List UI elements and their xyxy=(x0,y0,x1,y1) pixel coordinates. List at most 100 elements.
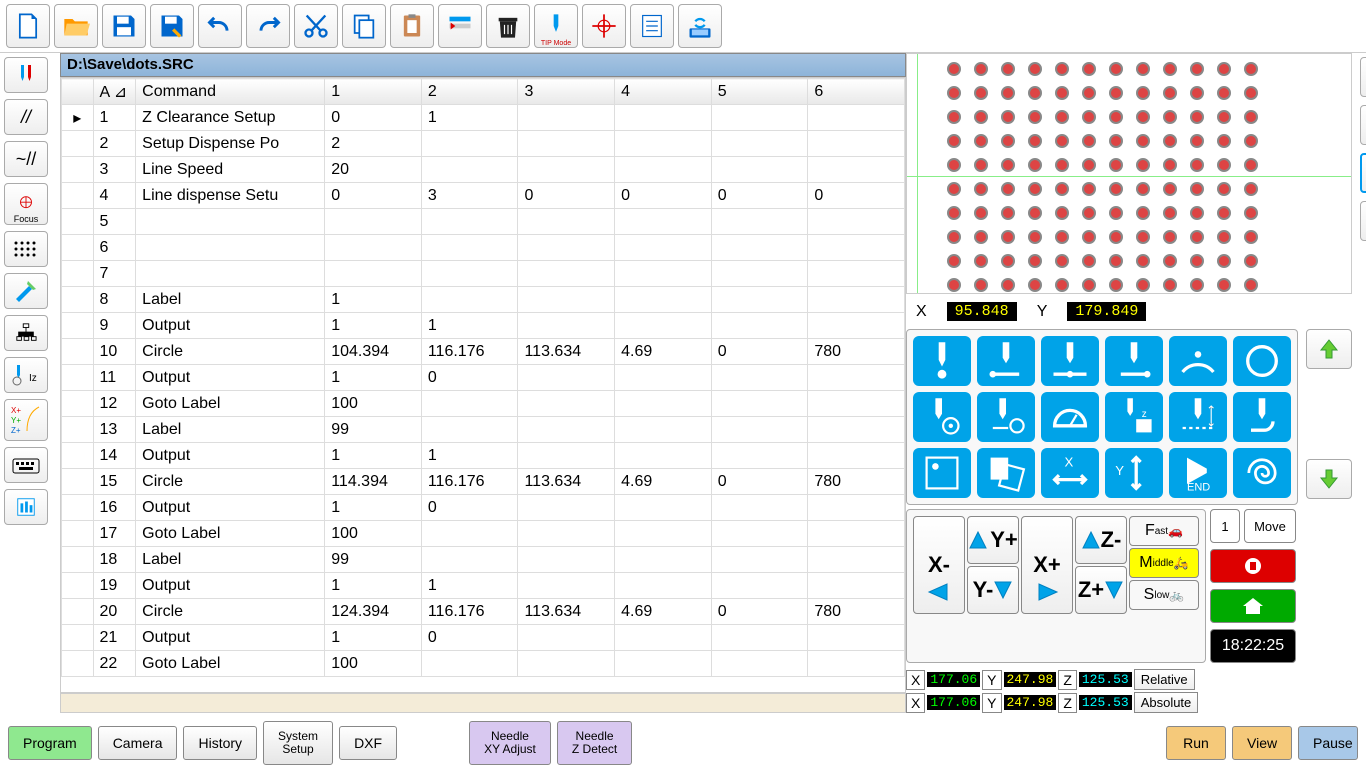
cmd-dispense-dot[interactable] xyxy=(913,336,971,386)
absolute-button[interactable]: Absolute xyxy=(1134,692,1199,713)
focus-button[interactable]: Focus xyxy=(4,183,48,225)
needle-tool-button[interactable] xyxy=(4,57,48,93)
history-tab[interactable]: History xyxy=(183,726,257,760)
scroll-down-button[interactable] xyxy=(1306,459,1352,499)
column-header[interactable]: 3 xyxy=(518,79,615,105)
insert-row-button[interactable] xyxy=(438,4,482,48)
home-button[interactable] xyxy=(1210,589,1296,623)
cmd-retract[interactable] xyxy=(1233,392,1291,442)
measure-button[interactable] xyxy=(4,273,48,309)
jog-x-minus[interactable]: X- xyxy=(913,516,965,614)
z-settings-button[interactable]: Iz xyxy=(4,357,48,393)
system-setup-tab[interactable]: System Setup xyxy=(263,721,333,765)
cmd-transform[interactable] xyxy=(977,448,1035,498)
needle-xy-button[interactable]: Needle XY Adjust xyxy=(469,721,551,765)
undo-button[interactable] xyxy=(198,4,242,48)
delete-button[interactable] xyxy=(486,4,530,48)
copy-button[interactable] xyxy=(342,4,386,48)
refresh-view-button[interactable] xyxy=(1360,57,1366,97)
crosshair-button[interactable] xyxy=(582,4,626,48)
new-file-button[interactable] xyxy=(6,4,50,48)
column-header[interactable]: 4 xyxy=(615,79,712,105)
preview-canvas[interactable] xyxy=(906,53,1352,294)
speed-fast-button[interactable]: Fast 🚗 xyxy=(1129,516,1199,546)
cmd-line-start[interactable] xyxy=(977,336,1035,386)
pause-button[interactable]: Pause xyxy=(1298,726,1358,760)
open-file-button[interactable] xyxy=(54,4,98,48)
cmd-y-offset[interactable]: Y xyxy=(1105,448,1163,498)
table-row[interactable]: 10Circle104.394116.176113.6344.690780 xyxy=(62,339,905,365)
relative-button[interactable]: Relative xyxy=(1134,669,1195,690)
redo-button[interactable] xyxy=(246,4,290,48)
speed-slow-button[interactable]: Slow 🚲 xyxy=(1129,580,1199,610)
table-row[interactable]: 14Output11 xyxy=(62,443,905,469)
move-step-input[interactable]: 1 xyxy=(1210,509,1240,543)
cmd-arc[interactable] xyxy=(1169,336,1227,386)
sync-button[interactable] xyxy=(678,4,722,48)
dxf-tab[interactable]: DXF xyxy=(339,726,397,760)
xyz-offset-button[interactable]: X+Y+Z+ xyxy=(4,399,48,441)
table-row[interactable]: 7 xyxy=(62,261,905,287)
move-button[interactable]: Move xyxy=(1244,509,1296,543)
cmd-circle[interactable] xyxy=(1233,336,1291,386)
cmd-line-passing[interactable] xyxy=(1041,336,1099,386)
hierarchy-button[interactable] xyxy=(4,315,48,351)
view-button[interactable]: View xyxy=(1232,726,1292,760)
stop-button[interactable] xyxy=(1210,549,1296,583)
parallel-line-button[interactable]: // xyxy=(4,99,48,135)
program-tab[interactable]: Program xyxy=(8,726,92,760)
keyboard-button[interactable] xyxy=(4,447,48,483)
column-header[interactable]: 1 xyxy=(325,79,422,105)
table-row[interactable]: 2Setup Dispense Po2 xyxy=(62,131,905,157)
save-button[interactable] xyxy=(102,4,146,48)
column-header[interactable]: 5 xyxy=(711,79,808,105)
cmd-line-setup[interactable] xyxy=(977,392,1035,442)
table-row[interactable]: 11Output10 xyxy=(62,365,905,391)
zoom-all-button[interactable]: All xyxy=(1360,105,1366,145)
cmd-speed[interactable] xyxy=(1041,392,1099,442)
table-row[interactable]: 21Output10 xyxy=(62,625,905,651)
jog-z-plus[interactable]: Z+ xyxy=(1075,566,1127,614)
cmd-z-clearance[interactable]: z xyxy=(1105,392,1163,442)
cmd-line-end[interactable] xyxy=(1105,336,1163,386)
program-grid[interactable]: A ⊿Command123456 ▸1Z Clearance Setup012S… xyxy=(60,77,906,693)
camera-tab[interactable]: Camera xyxy=(98,726,178,760)
table-row[interactable]: 12Goto Label100 xyxy=(62,391,905,417)
needle-z-button[interactable]: Needle Z Detect xyxy=(557,721,632,765)
column-header[interactable]: Command xyxy=(136,79,325,105)
table-row[interactable]: 5 xyxy=(62,209,905,235)
jog-y-plus[interactable]: Y+ xyxy=(967,516,1019,564)
column-header[interactable] xyxy=(62,79,94,105)
save-as-button[interactable] xyxy=(150,4,194,48)
table-row[interactable]: 17Goto Label100 xyxy=(62,521,905,547)
scroll-up-button[interactable] xyxy=(1306,329,1352,369)
table-row[interactable]: 16Output10 xyxy=(62,495,905,521)
table-row[interactable]: 3Line Speed20 xyxy=(62,157,905,183)
list-button[interactable] xyxy=(630,4,674,48)
cmd-x-offset[interactable]: X xyxy=(1041,448,1099,498)
cmd-z-height[interactable] xyxy=(1169,392,1227,442)
column-header[interactable]: A ⊿ xyxy=(93,79,136,105)
column-header[interactable]: 2 xyxy=(421,79,518,105)
table-row[interactable]: 13Label99 xyxy=(62,417,905,443)
speed-middle-button[interactable]: Middle🛵 xyxy=(1129,548,1199,578)
cmd-spiral[interactable] xyxy=(1233,448,1291,498)
jog-x-plus[interactable]: X+ xyxy=(1021,516,1073,614)
table-row[interactable]: 6 xyxy=(62,235,905,261)
table-row[interactable]: 19Output11 xyxy=(62,573,905,599)
table-row[interactable]: ▸1Z Clearance Setup01 xyxy=(62,105,905,131)
data-view-button[interactable] xyxy=(4,489,48,525)
dot-array-button[interactable] xyxy=(4,231,48,267)
table-row[interactable]: 8Label1 xyxy=(62,287,905,313)
pan-button[interactable] xyxy=(1360,201,1366,241)
cmd-dispense-setup[interactable] xyxy=(913,392,971,442)
cmd-end[interactable]: END xyxy=(1169,448,1227,498)
table-row[interactable]: 4Line dispense Setu030000 xyxy=(62,183,905,209)
cmd-select-area[interactable] xyxy=(913,448,971,498)
cut-button[interactable] xyxy=(294,4,338,48)
jog-y-minus[interactable]: Y- xyxy=(967,566,1019,614)
wave-line-button[interactable]: ~// xyxy=(4,141,48,177)
column-header[interactable]: 6 xyxy=(808,79,905,105)
zoom-window-button[interactable] xyxy=(1360,153,1366,193)
table-row[interactable]: 15Circle114.394116.176113.6344.690780 xyxy=(62,469,905,495)
